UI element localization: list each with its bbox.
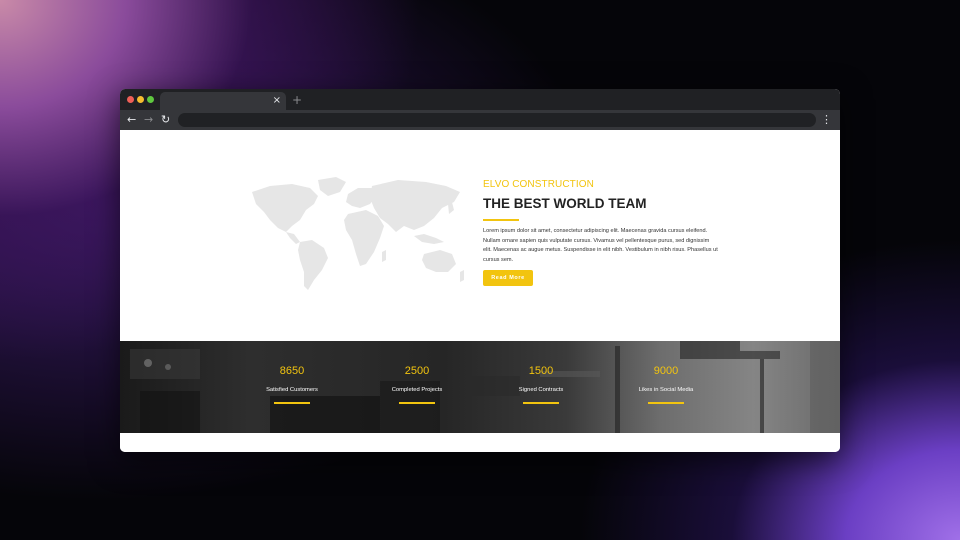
stat-value: 9000 <box>653 365 679 377</box>
title-underline <box>483 219 519 221</box>
reload-icon[interactable]: ↻ <box>161 113 170 127</box>
browser-menu-icon[interactable]: ⋮ <box>821 113 832 127</box>
address-bar[interactable] <box>178 113 816 127</box>
forward-arrow-icon[interactable]: → <box>144 113 153 127</box>
title-bar: × + <box>120 89 840 110</box>
stat-label: Completed Projects <box>391 387 443 393</box>
about-paragraph: Lorem ipsum dolor sit amet, consectetur … <box>483 228 718 263</box>
close-window-button[interactable] <box>127 96 134 103</box>
stat-value: 1500 <box>528 365 554 377</box>
stat-underline <box>523 402 559 404</box>
stat-label: Signed Contracts <box>518 387 564 393</box>
browser-toolbar: ← → ↻ ⋮ <box>120 110 840 130</box>
maximize-window-button[interactable] <box>147 96 154 103</box>
stat-completed-projects: 2500 Completed Projects <box>367 341 467 433</box>
company-name: ELVO CONSTRUCTION <box>483 179 594 190</box>
page-content: ELVO CONSTRUCTION THE BEST WORLD TEAM Lo… <box>120 130 840 452</box>
browser-tab[interactable]: × <box>160 92 286 110</box>
tab-close-icon[interactable]: × <box>273 94 281 108</box>
new-tab-button[interactable]: + <box>292 93 302 107</box>
stat-social-likes: 9000 Likes in Social Media <box>616 341 716 433</box>
stat-underline <box>274 402 310 404</box>
stat-label: Likes in Social Media <box>638 387 694 393</box>
stat-value: 2500 <box>404 365 430 377</box>
stats-section: 8650 Satisfied Customers 2500 Completed … <box>120 341 840 433</box>
stat-underline <box>648 402 684 404</box>
stat-satisfied-customers: 8650 Satisfied Customers <box>242 341 342 433</box>
world-map-image <box>252 177 464 290</box>
stat-label: Satisfied Customers <box>266 387 318 393</box>
read-more-button[interactable]: Read More <box>483 270 533 286</box>
stat-value: 8650 <box>279 365 305 377</box>
stat-underline <box>399 402 435 404</box>
section-title: THE BEST WORLD TEAM <box>483 196 647 211</box>
back-arrow-icon[interactable]: ← <box>127 113 136 127</box>
minimize-window-button[interactable] <box>137 96 144 103</box>
browser-window: × + ← → ↻ ⋮ ELVO CONSTRUCTION THE BEST W… <box>120 89 840 452</box>
stat-signed-contracts: 1500 Signed Contracts <box>491 341 591 433</box>
office-background-image <box>130 341 840 433</box>
